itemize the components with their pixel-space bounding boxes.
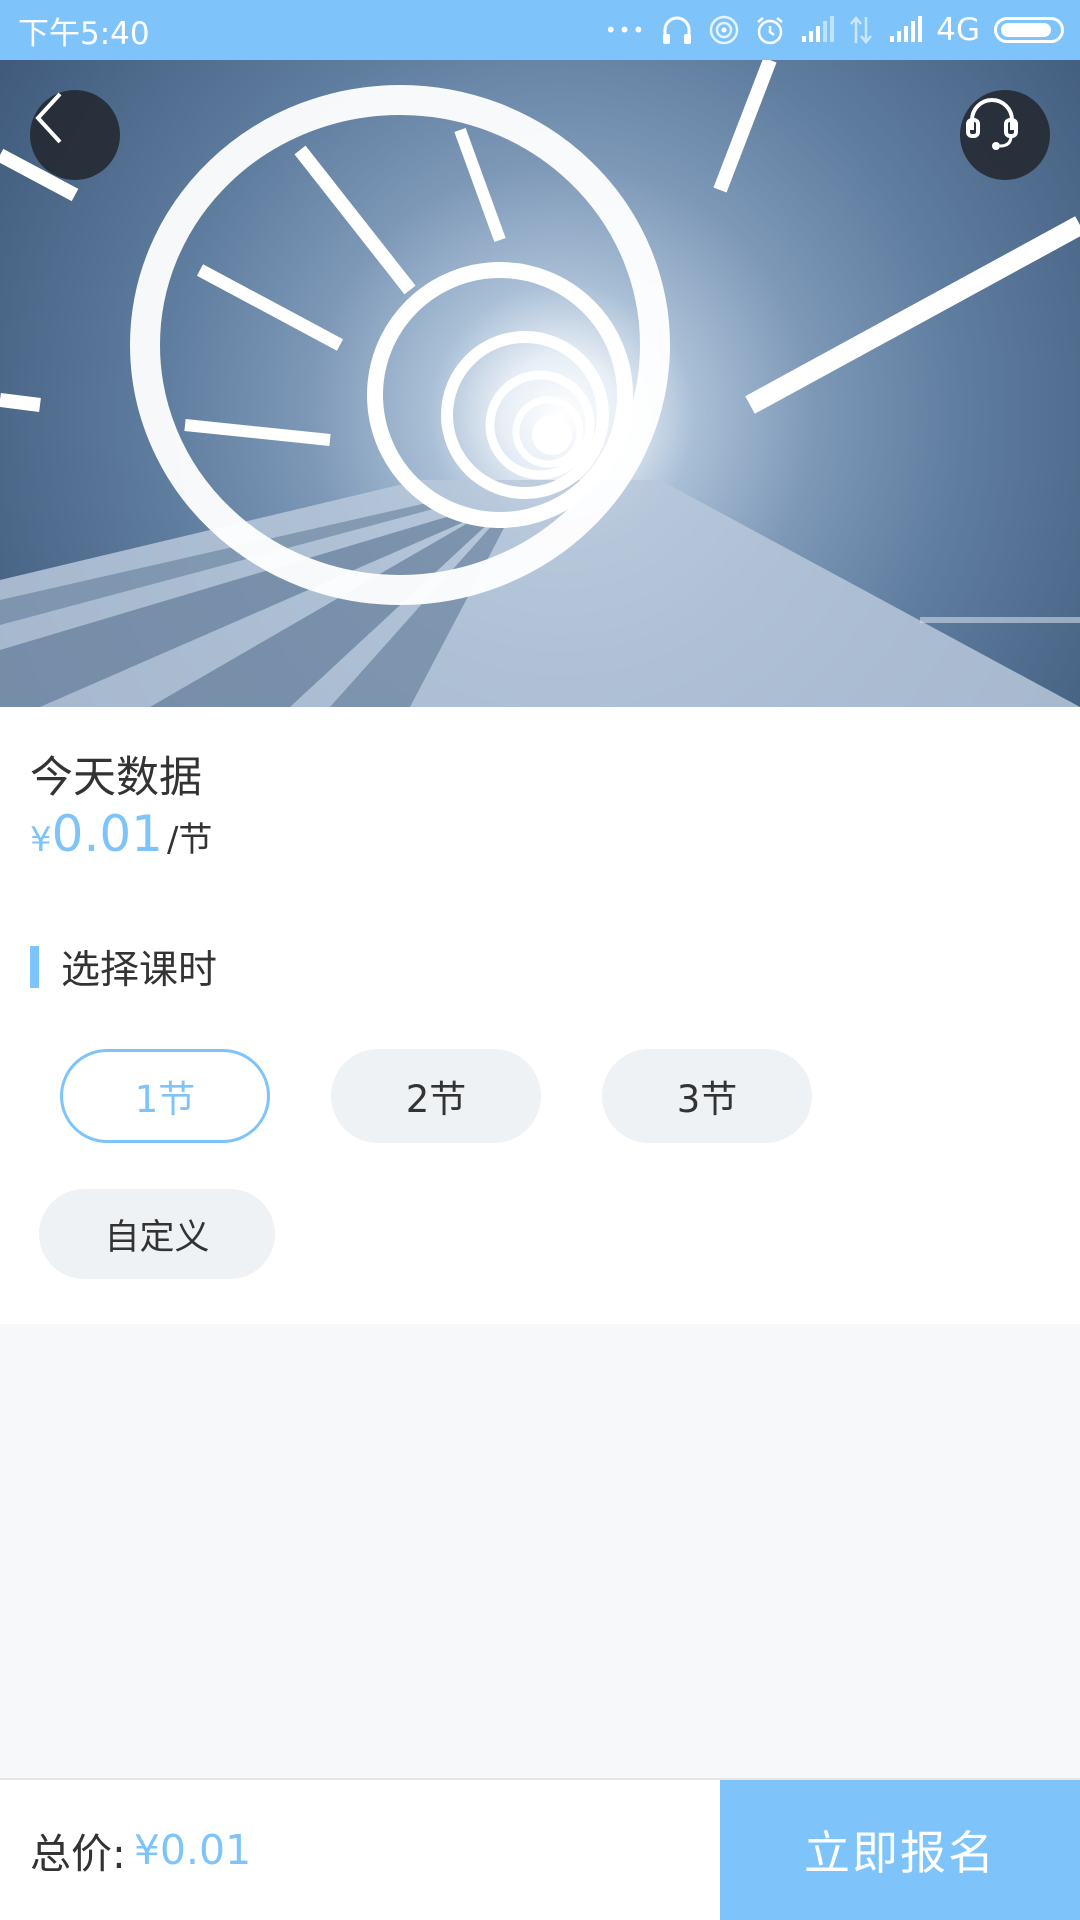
section-title: 选择课时	[61, 948, 218, 993]
signal-icon	[888, 16, 923, 44]
total-label: 总价:	[30, 1830, 126, 1878]
option-3-lessons[interactable]: 3节	[602, 1049, 812, 1143]
data-arrows-icon	[848, 15, 874, 45]
customer-support-button[interactable]	[960, 90, 1050, 180]
course-detail-card: 今天数据 ¥ 0.01 /节 选择课时 1节 2节 3节 自定义	[0, 707, 1080, 1324]
network-type: 4G	[936, 12, 980, 48]
status-bar: 下午5:40 ••• 4G	[0, 0, 1080, 60]
tunnel-image	[0, 60, 1080, 707]
option-custom[interactable]: 自定义	[39, 1189, 275, 1279]
status-time: 下午5:40	[18, 15, 150, 52]
headphones-icon	[660, 13, 694, 47]
checkout-bar: 总价: ¥0.01 立即报名	[0, 1778, 1080, 1920]
headset-icon	[966, 98, 1018, 150]
total-value: ¥0.01	[133, 1826, 252, 1874]
back-button[interactable]	[30, 90, 120, 180]
course-title: 今天数据	[30, 753, 202, 803]
option-2-lessons[interactable]: 2节	[331, 1049, 541, 1143]
hero-banner	[0, 60, 1080, 707]
section-header: 选择课时	[30, 939, 217, 995]
total-price: 总价: ¥0.01	[0, 1780, 720, 1920]
price-unit: /节	[166, 820, 213, 860]
price-currency: ¥	[30, 820, 52, 860]
section-accent-bar	[30, 946, 39, 988]
chevron-left-icon	[35, 92, 62, 144]
hotspot-icon	[708, 14, 740, 46]
signal-icon	[800, 16, 835, 44]
battery-icon	[994, 17, 1064, 43]
more-dots-icon: •••	[604, 18, 647, 42]
price-amount: 0.01	[51, 805, 163, 863]
option-1-lesson[interactable]: 1节	[60, 1049, 270, 1143]
enroll-now-button[interactable]: 立即报名	[720, 1780, 1080, 1920]
alarm-icon	[754, 14, 786, 46]
status-icons: ••• 4G	[605, 12, 1064, 48]
course-price: ¥ 0.01 /节	[30, 805, 212, 863]
